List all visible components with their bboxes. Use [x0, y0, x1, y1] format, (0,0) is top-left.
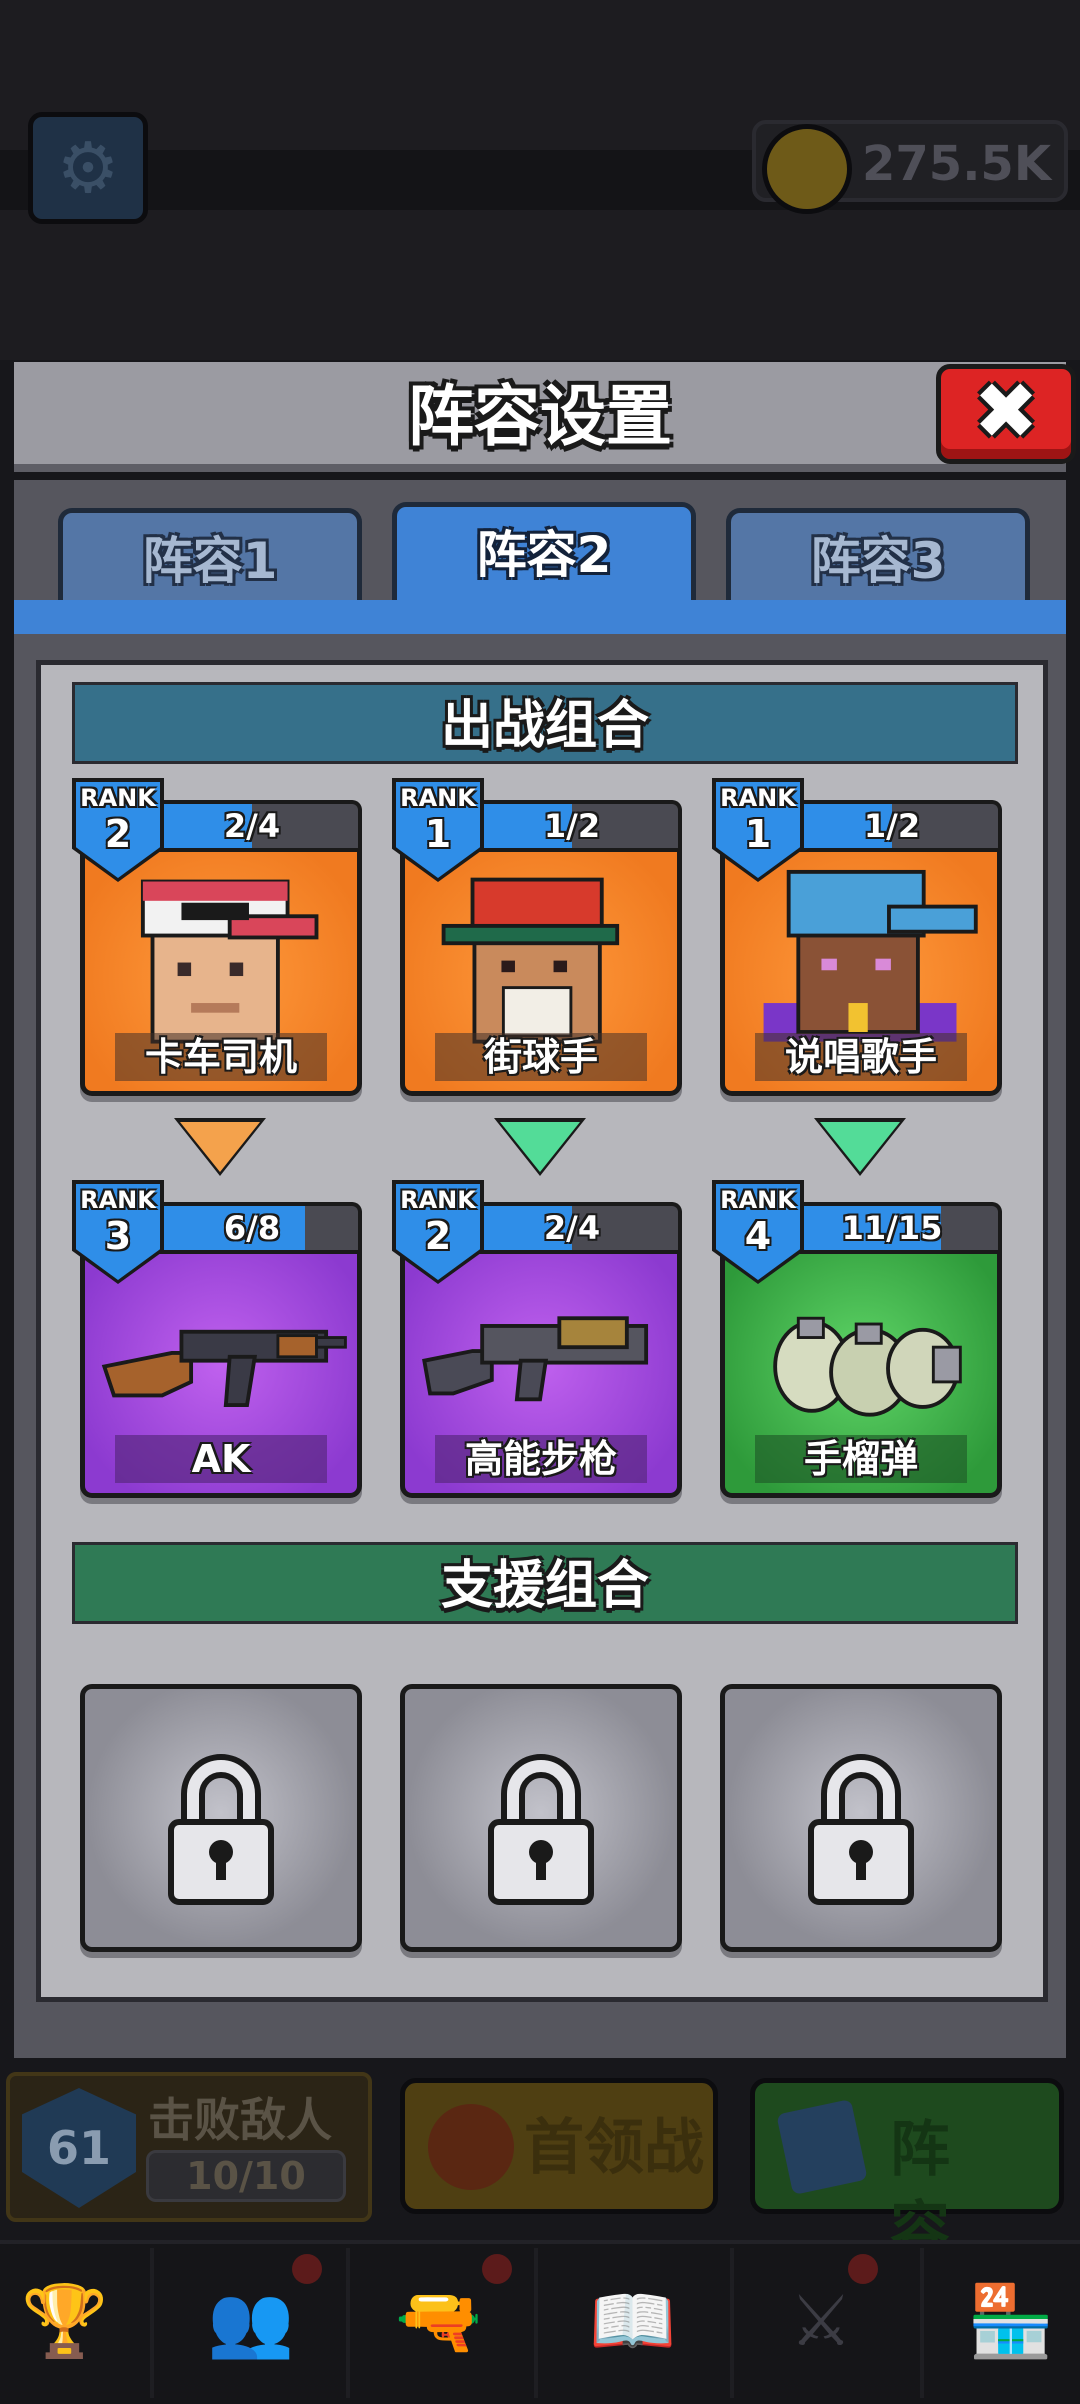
weapon-name: 高能步枪: [435, 1435, 647, 1483]
bottom-nav: [0, 2240, 1080, 2404]
tab-lineup-3[interactable]: 阵容3: [726, 508, 1030, 604]
progress-text: 11/15: [841, 1209, 943, 1247]
character-name: 街球手: [435, 1033, 647, 1081]
notification-dot: [848, 2254, 878, 2284]
support-section-header: 支援组合: [72, 1542, 1018, 1624]
trophy-icon[interactable]: 🏆: [20, 2276, 110, 2366]
nav-divider: [534, 2248, 538, 2398]
rank-label: RANK: [80, 1186, 156, 1214]
coin-icon: [762, 124, 852, 214]
rank-number: 2: [104, 812, 132, 856]
team-icon[interactable]: 👥: [206, 2276, 296, 2366]
lock-icon: [488, 1754, 594, 1905]
notification-dot: [482, 2254, 512, 2284]
lineup-label: 阵容: [890, 2115, 976, 2265]
lock-icons-layer: [168, 1754, 914, 1905]
shop-icon[interactable]: 🏪: [966, 2276, 1056, 2366]
defeat-enemies-label: 击败敌人: [148, 2093, 332, 2147]
nav-divider: [730, 2248, 734, 2398]
weapon-progress-bar: 11/15: [786, 1202, 1002, 1254]
upgrade-arrow-icon: [814, 1118, 906, 1178]
arrow-fill: [500, 1122, 580, 1172]
tab-lineup-2[interactable]: 阵容2: [392, 502, 696, 604]
arrow-fill: [180, 1122, 260, 1172]
progress-text: 1/2: [543, 807, 601, 845]
rank-label: RANK: [720, 784, 796, 812]
rapper-portrait: [763, 869, 978, 1042]
rank-number: 2: [424, 1214, 452, 1258]
settings-button[interactable]: ⚙: [28, 112, 148, 224]
rank-label: RANK: [720, 1186, 796, 1214]
weapon-progress-bar: 6/8: [146, 1202, 362, 1254]
weapon-progress-bar: 2/4: [466, 1202, 682, 1254]
close-icon: ✖: [973, 367, 1039, 457]
arrow-fill: [820, 1122, 900, 1172]
rank-label: RANK: [400, 1186, 476, 1214]
rank-number: 1: [424, 812, 452, 856]
rank-label: RANK: [400, 784, 476, 812]
rank-number: 4: [744, 1214, 772, 1258]
rank-label: RANK: [80, 784, 156, 812]
crossed-swords-icon[interactable]: ⚔: [776, 2276, 866, 2366]
truck-driver-portrait: [140, 879, 319, 1044]
lock-icon: [808, 1754, 914, 1905]
nav-divider: [346, 2248, 350, 2398]
progress-text: 6/8: [223, 1209, 281, 1247]
tab-lineup-1[interactable]: 阵容1: [58, 508, 362, 604]
upgrade-arrow-icon: [494, 1118, 586, 1178]
tab-underline: [14, 600, 1066, 634]
character-name: 说唱歌手: [755, 1033, 967, 1081]
character-progress-bar: 1/2: [786, 800, 1002, 852]
weapon-name: AK: [115, 1435, 327, 1483]
gear-icon: ⚙: [56, 127, 120, 209]
weapon-name: 手榴弹: [755, 1435, 967, 1483]
nav-divider: [920, 2248, 924, 2398]
upgrade-arrow-icon: [174, 1118, 266, 1178]
baller-portrait: [441, 877, 620, 1044]
boss-battle-label: 首领战: [524, 2113, 704, 2183]
boss-skull-icon: [428, 2104, 514, 2190]
ak-rifle-image: [101, 1329, 347, 1407]
nav-divider: [150, 2248, 154, 2398]
progress-text: 2/4: [223, 807, 281, 845]
progress-text: 2/4: [543, 1209, 601, 1247]
rank-number: 3: [104, 1214, 132, 1258]
character-progress-bar: 1/2: [466, 800, 682, 852]
character-name: 卡车司机: [115, 1033, 327, 1081]
book-icon[interactable]: 📖: [588, 2276, 678, 2366]
progress-text: 1/2: [863, 807, 921, 845]
dialog-title: 阵容设置: [408, 378, 672, 455]
notification-dot: [292, 2254, 322, 2284]
lock-icon: [168, 1754, 274, 1905]
rank-number: 1: [744, 812, 772, 856]
power-rifle-image: [422, 1316, 649, 1402]
gun-icon[interactable]: 🔫: [394, 2276, 484, 2366]
grenades-image: [773, 1316, 962, 1417]
battle-section-header: 出战组合: [72, 682, 1018, 764]
coin-amount: 275.5K: [862, 136, 1052, 192]
character-progress-bar: 2/4: [146, 800, 362, 852]
defeat-enemies-progress: 10/10: [146, 2150, 346, 2202]
close-button[interactable]: ✖: [936, 364, 1076, 464]
